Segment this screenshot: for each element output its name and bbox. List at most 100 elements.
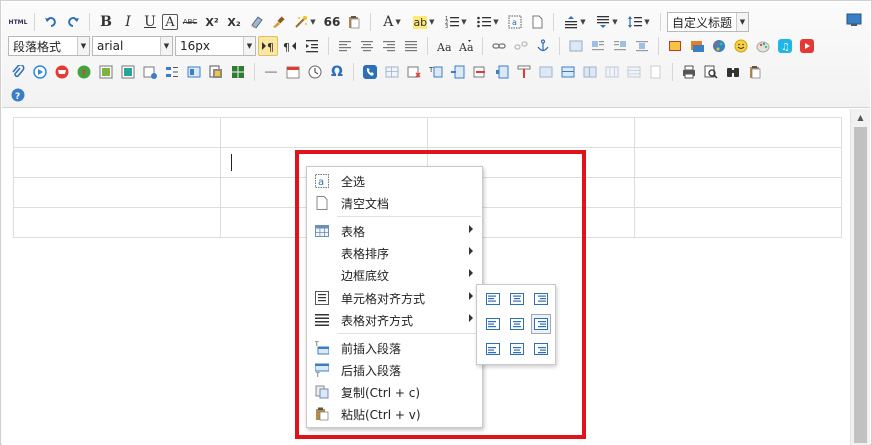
special-chars-button[interactable]: Ω <box>327 62 347 82</box>
align-bottom-center-icon[interactable] <box>507 339 527 359</box>
search-replace-icon[interactable] <box>723 62 743 82</box>
clear-doc-icon[interactable] <box>527 12 547 32</box>
subscript-button[interactable]: X₂ <box>224 12 244 32</box>
template-icon[interactable] <box>184 62 204 82</box>
table-cell[interactable] <box>13 117 221 148</box>
font-family-select[interactable]: arial ▼ <box>92 36 173 56</box>
insert-caption-icon[interactable]: T <box>426 62 446 82</box>
page-break-icon[interactable] <box>162 62 182 82</box>
time-icon[interactable] <box>305 62 325 82</box>
blockquote-button[interactable]: 66 <box>322 12 342 32</box>
align-middle-center-icon[interactable] <box>507 314 527 334</box>
table-cell[interactable] <box>13 147 221 178</box>
lowercase-icon[interactable]: Aa <box>456 36 476 56</box>
font-border-button[interactable]: A <box>162 14 178 30</box>
background-icon[interactable] <box>206 62 226 82</box>
custom-title-select[interactable]: 自定义标题 ▼ <box>667 12 749 32</box>
shopping-icon[interactable] <box>52 62 72 82</box>
select-all-icon[interactable]: a <box>505 12 525 32</box>
merge-right-icon[interactable] <box>558 62 578 82</box>
scrollbar-thumb[interactable] <box>854 127 867 443</box>
fullscreen-icon[interactable] <box>846 13 862 27</box>
scrawl-icon[interactable] <box>753 36 773 56</box>
insert-row-icon[interactable] <box>448 62 468 82</box>
align-justify-left-icon[interactable] <box>335 36 355 56</box>
drafts-icon[interactable] <box>745 62 765 82</box>
phone-icon[interactable] <box>360 62 380 82</box>
smiley-icon[interactable] <box>731 36 751 56</box>
font-size-select[interactable]: 16px ▼ <box>175 36 256 56</box>
music-icon[interactable]: ♫ <box>775 36 795 56</box>
table-cell[interactable] <box>13 207 221 238</box>
merge-down-icon[interactable] <box>580 62 600 82</box>
anchor-icon[interactable] <box>533 36 553 56</box>
align-top-left-icon[interactable] <box>483 289 503 309</box>
table-cell[interactable] <box>427 117 635 148</box>
row-spacing-top-icon[interactable]: ▼ <box>560 12 590 32</box>
menu-item-paste[interactable]: 粘贴(Ctrl + v) <box>307 403 482 425</box>
underline-button[interactable]: U <box>140 12 160 32</box>
preview-icon[interactable] <box>701 62 721 82</box>
split-rows-icon[interactable] <box>624 62 644 82</box>
italic-button[interactable]: I <box>118 12 138 32</box>
video-icon[interactable] <box>797 36 817 56</box>
date-icon[interactable] <box>283 62 303 82</box>
emotion-icon[interactable] <box>709 36 729 56</box>
menu-item-copy[interactable]: 复制(Ctrl + c) <box>307 381 482 403</box>
insert-image-icon[interactable] <box>687 36 707 56</box>
table-cell[interactable] <box>220 117 428 148</box>
align-center-icon[interactable] <box>357 36 377 56</box>
align-middle-right-icon[interactable] <box>531 314 551 334</box>
table-cell[interactable] <box>634 207 842 238</box>
help-green-icon[interactable]: ? <box>74 62 94 82</box>
format-brush-icon[interactable] <box>268 12 288 32</box>
auto-typeset-icon[interactable]: ▼ <box>290 12 320 32</box>
image-none-icon[interactable] <box>566 36 586 56</box>
align-right-icon[interactable] <box>379 36 399 56</box>
backcolor-button[interactable]: ab ▼ <box>409 12 439 32</box>
scroll-up-icon[interactable]: ▲ <box>851 109 870 125</box>
table-cell[interactable] <box>634 117 842 148</box>
menu-item-table-sort[interactable]: 表格排序 <box>307 242 482 264</box>
horizontal-rule-icon[interactable] <box>261 62 281 82</box>
menu-item-border-shading[interactable]: 边框底纹 <box>307 264 482 286</box>
delete-table-icon[interactable] <box>404 62 424 82</box>
align-top-right-icon[interactable] <box>531 289 551 309</box>
row-spacing-bottom-icon[interactable]: ▼ <box>592 12 622 32</box>
menu-item-table-align[interactable]: 表格对齐方式 <box>307 309 482 331</box>
align-bottom-left-icon[interactable] <box>483 339 503 359</box>
ordered-list-icon[interactable]: 1 2 3 ▼ <box>441 12 471 32</box>
bold-button[interactable]: B <box>96 12 116 32</box>
align-justify-icon[interactable] <box>401 36 421 56</box>
attachment-icon[interactable] <box>8 62 28 82</box>
split-cols-icon[interactable] <box>646 62 666 82</box>
unordered-list-icon[interactable]: ▼ <box>473 12 503 32</box>
menu-item-insert-paragraph-after[interactable]: T 后插入段落 <box>307 359 482 381</box>
delete-col-icon[interactable] <box>514 62 534 82</box>
indent-icon[interactable] <box>302 36 322 56</box>
strikethrough-button[interactable]: ABC <box>180 12 200 32</box>
gmap-icon[interactable] <box>118 62 138 82</box>
table-green-icon[interactable] <box>228 62 248 82</box>
image-right-icon[interactable] <box>610 36 630 56</box>
rtl-direction-icon[interactable]: ¶ <box>280 36 300 56</box>
redo-icon[interactable] <box>63 12 83 32</box>
insert-frame-icon[interactable] <box>30 62 50 82</box>
paste-plain-icon[interactable] <box>344 12 364 32</box>
insert-code-icon[interactable] <box>140 62 160 82</box>
paragraph-format-select[interactable]: 段落格式 ▼ <box>8 36 90 56</box>
simple-upload-icon[interactable] <box>665 36 685 56</box>
eraser-icon[interactable] <box>246 12 266 32</box>
merge-cells-icon[interactable] <box>536 62 556 82</box>
source-html-button[interactable]: HTML <box>8 12 28 32</box>
menu-item-table[interactable]: 表格 <box>307 220 482 242</box>
vertical-scrollbar[interactable]: ▲ <box>850 109 870 445</box>
image-center-icon[interactable] <box>632 36 652 56</box>
superscript-button[interactable]: X² <box>202 12 222 32</box>
menu-item-select-all[interactable]: a 全选 <box>307 170 482 192</box>
split-cells-icon[interactable] <box>602 62 622 82</box>
menu-item-insert-paragraph-before[interactable]: T 前插入段落 <box>307 337 482 359</box>
menu-item-clear-doc[interactable]: 清空文档 <box>307 192 482 214</box>
unlink-icon[interactable] <box>511 36 531 56</box>
line-height-icon[interactable]: ▼ <box>624 12 654 32</box>
